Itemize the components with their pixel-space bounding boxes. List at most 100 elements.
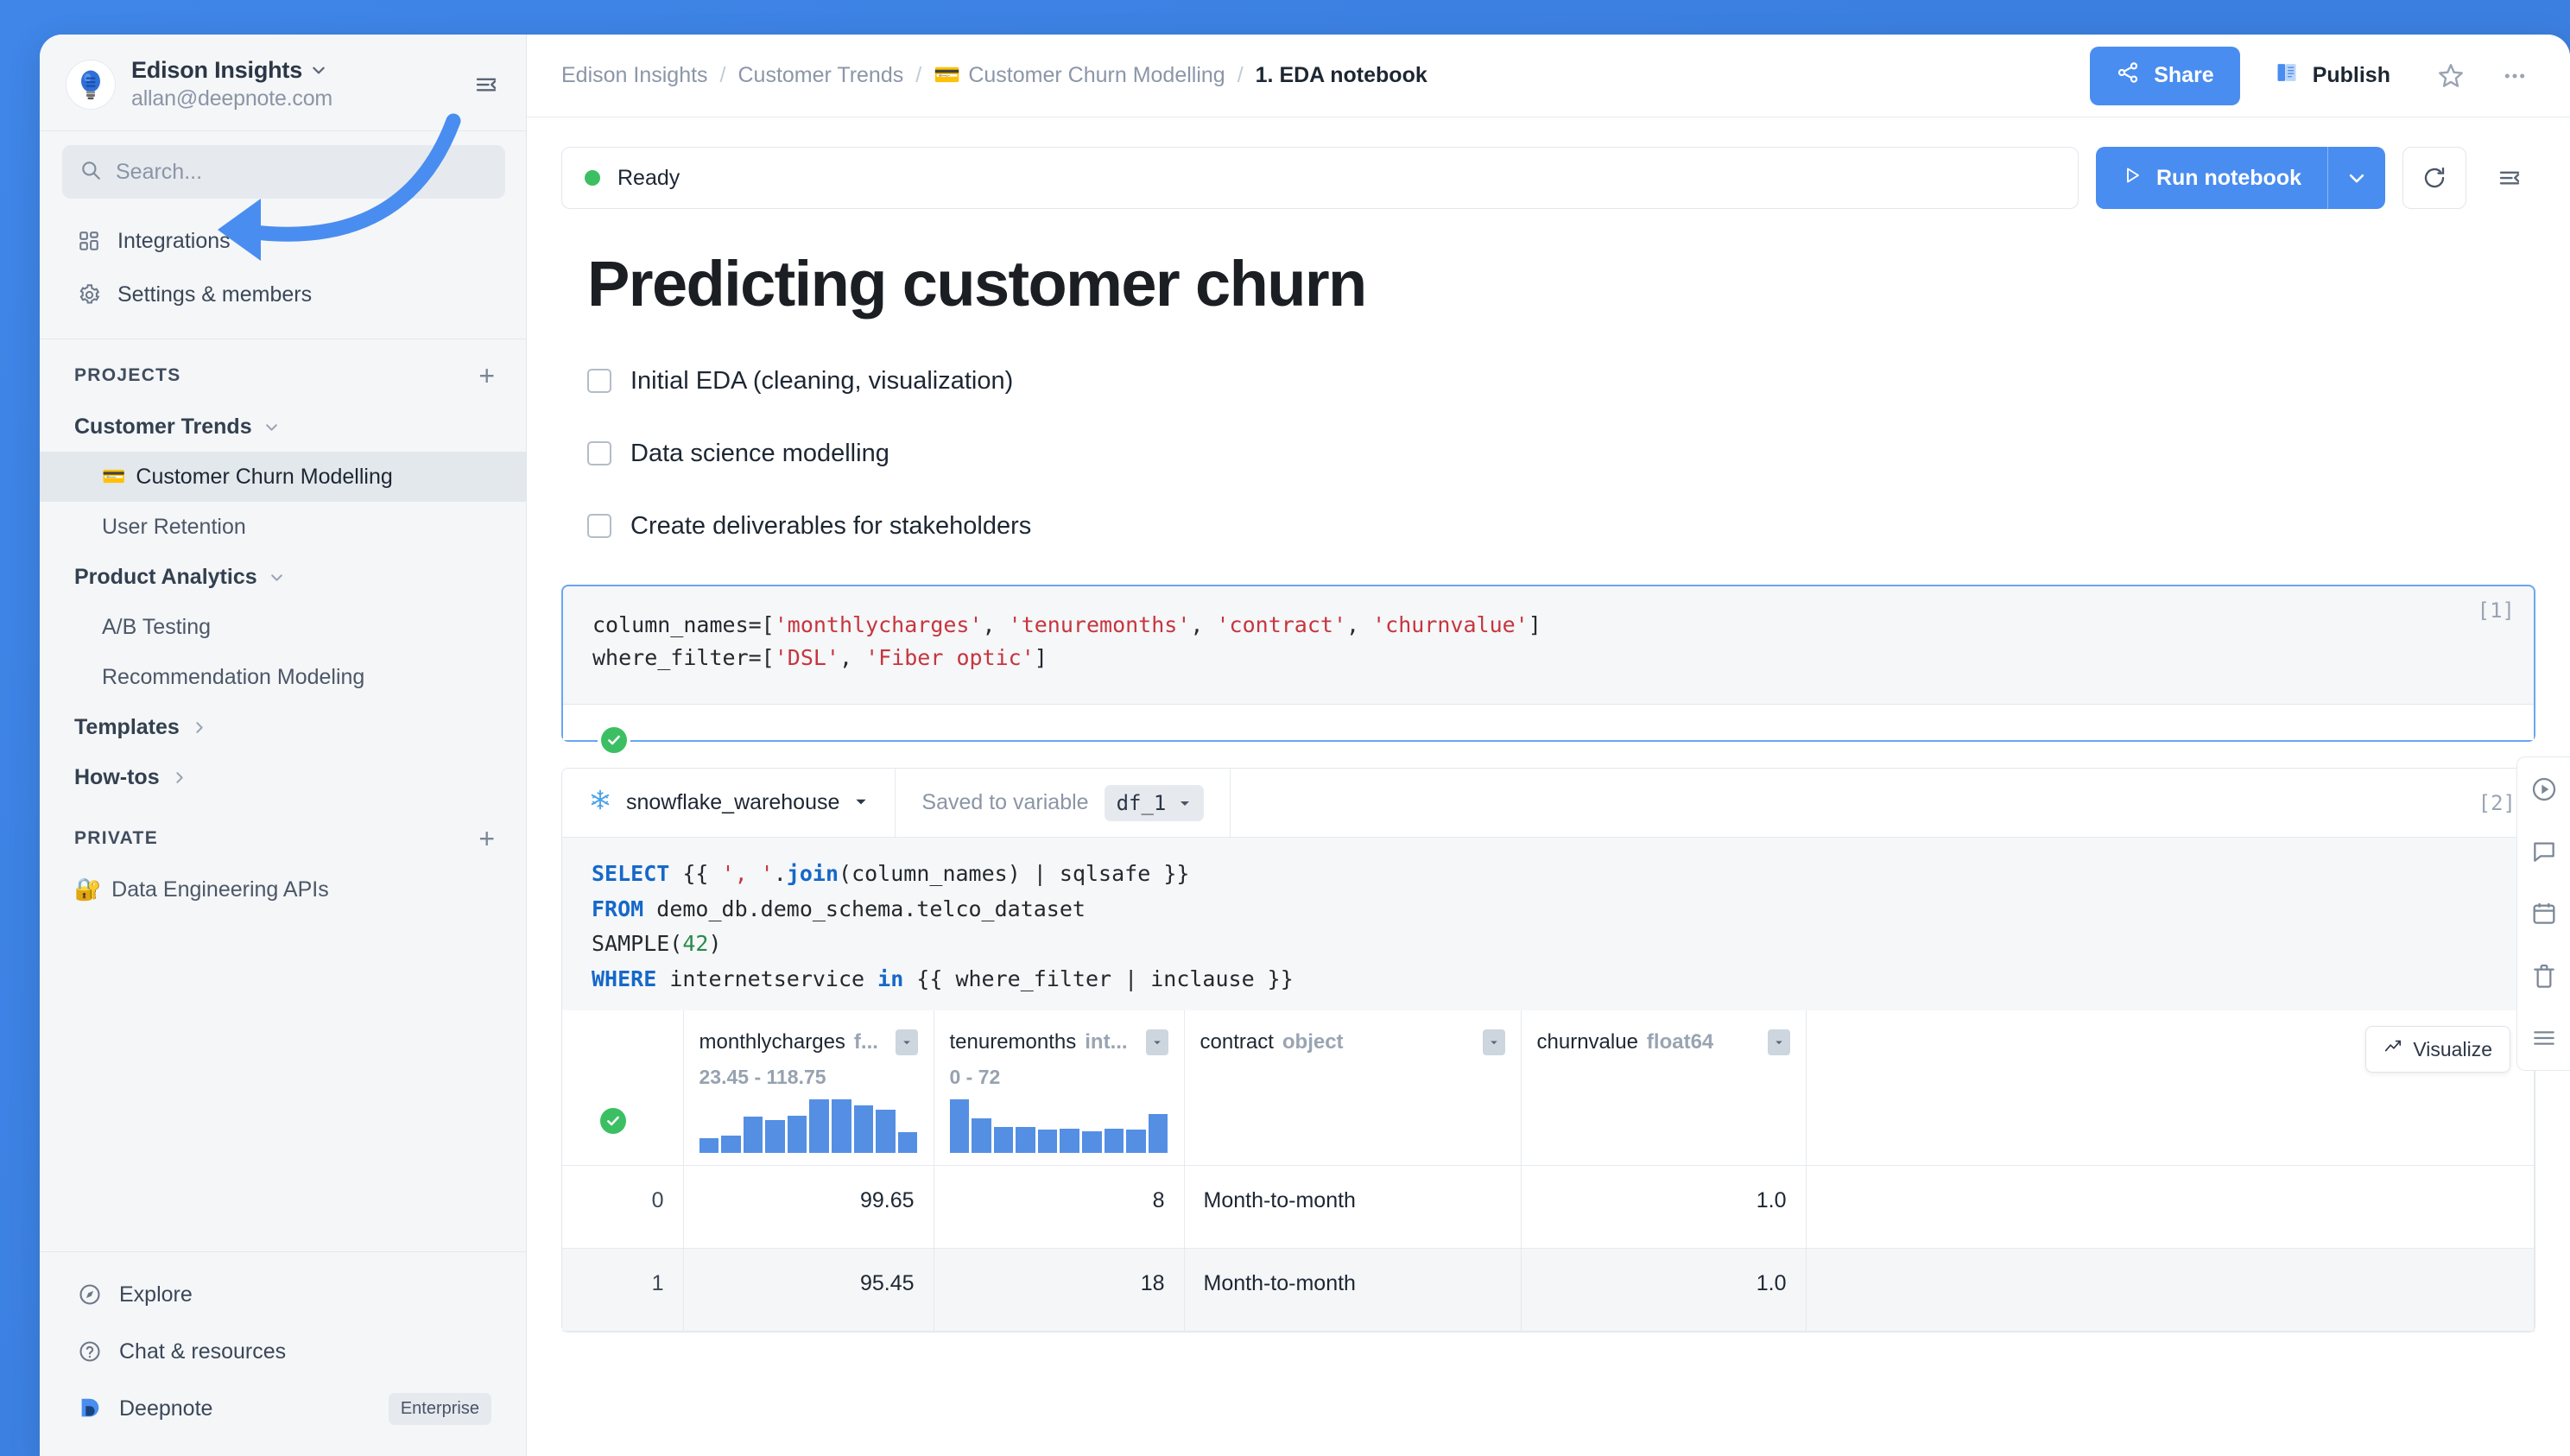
comment-icon[interactable] xyxy=(2526,833,2562,870)
sidebar-item-data-engineering-apis[interactable]: 🔐 Data Engineering APIs xyxy=(40,864,526,915)
add-private-project-button[interactable]: + xyxy=(478,825,495,852)
sql-editor[interactable]: SELECT {{ ', '.join(column_names) | sqls… xyxy=(562,838,2535,1010)
sql-cell-header: snowflake_warehouse Saved to variable df… xyxy=(562,769,2535,838)
table-row[interactable]: 1 95.45 18 Month-to-month 1.0 xyxy=(562,1248,2535,1332)
code-cell-sql[interactable]: snowflake_warehouse Saved to variable df… xyxy=(561,768,2535,1333)
play-icon xyxy=(2122,165,2143,192)
row-index: 1 xyxy=(562,1248,684,1332)
variable-name-chip[interactable]: df_1 xyxy=(1104,784,1205,821)
search-icon xyxy=(79,159,102,186)
chevron-down-icon[interactable] xyxy=(264,420,279,434)
private-section-header: PRIVATE + xyxy=(40,802,526,864)
breadcrumb-item-notebook[interactable]: 1. EDA notebook xyxy=(1256,63,1427,88)
column-name: churnvalue xyxy=(1536,1030,1638,1054)
dataframe-table[interactable]: monthlycharges f... 23.45 - 118.75 tenur… xyxy=(562,1010,2535,1332)
execution-count: [2] xyxy=(2478,791,2516,815)
cell-tenuremonths: 8 xyxy=(934,1165,1185,1249)
visualize-button[interactable]: Visualize xyxy=(2365,1026,2510,1073)
machine-status[interactable]: Ready xyxy=(561,147,2079,209)
run-cell-icon[interactable] xyxy=(2526,771,2562,807)
checklist-item-1[interactable]: Data science modelling xyxy=(587,417,2535,490)
checkbox[interactable] xyxy=(587,369,611,393)
sidebar-group-product-analytics[interactable]: Product Analytics xyxy=(40,552,526,602)
chevron-down-icon[interactable] xyxy=(1767,1029,1790,1055)
sidebar-item-deepnote[interactable]: Deepnote Enterprise xyxy=(62,1380,505,1437)
sidebar-item-integrations[interactable]: Integrations xyxy=(62,214,505,268)
column-header-contract[interactable]: contract object xyxy=(1184,1010,1522,1166)
breadcrumb-item-workspace[interactable]: Edison Insights xyxy=(561,63,708,88)
chevron-right-icon[interactable] xyxy=(192,720,206,735)
collapse-sidebar-icon[interactable] xyxy=(469,67,503,102)
datasource-selector[interactable]: snowflake_warehouse xyxy=(562,769,896,837)
cell-output-divider xyxy=(563,704,2534,740)
more-horizontal-icon[interactable] xyxy=(2489,50,2541,102)
chevron-right-icon[interactable] xyxy=(172,770,187,785)
collapse-panel-icon[interactable] xyxy=(2484,152,2535,204)
run-options-caret[interactable] xyxy=(2328,147,2385,209)
search-container: Search... xyxy=(40,131,526,207)
projects-section-title: PROJECTS xyxy=(74,365,181,385)
chevron-down-icon[interactable] xyxy=(269,570,284,585)
page-title: Predicting customer churn xyxy=(587,248,1367,320)
run-notebook-button[interactable]: Run notebook xyxy=(2095,147,2385,209)
workspace-header[interactable]: Edison Insights allan@deepnote.com xyxy=(40,35,526,131)
chevron-down-icon[interactable] xyxy=(1482,1029,1505,1055)
chevron-down-icon[interactable] xyxy=(853,790,869,815)
sidebar-item-customer-churn-modelling[interactable]: 💳 Customer Churn Modelling xyxy=(40,452,526,502)
topbar: Edison Insights / Customer Trends / 💳 Cu… xyxy=(527,35,2570,117)
refresh-icon[interactable] xyxy=(2402,147,2466,209)
checkbox[interactable] xyxy=(587,514,611,538)
cell-empty xyxy=(1806,1165,2535,1249)
publish-button[interactable]: Publish xyxy=(2252,47,2413,105)
sidebar-group-customer-trends[interactable]: Customer Trends xyxy=(40,402,526,452)
star-icon[interactable] xyxy=(2425,50,2477,102)
datasource-name: snowflake_warehouse xyxy=(626,790,840,814)
gear-icon xyxy=(76,283,102,307)
sidebar-item-chat-resources[interactable]: Chat & resources xyxy=(62,1323,505,1380)
column-header-monthlycharges[interactable]: monthlycharges f... 23.45 - 118.75 xyxy=(683,1010,934,1166)
cell-empty xyxy=(1806,1248,2535,1332)
sidebar-group-how-tos[interactable]: How-tos xyxy=(40,752,526,802)
breadcrumb-item-project[interactable]: 💳 Customer Churn Modelling xyxy=(934,63,1225,88)
checklist-item-2[interactable]: Create deliverables for stakeholders xyxy=(587,490,2535,562)
lightbulb-icon xyxy=(66,59,116,110)
column-header-line: churnvalue float64 xyxy=(1537,1029,1790,1055)
outline-icon[interactable] xyxy=(2526,1020,2562,1056)
add-project-button[interactable]: + xyxy=(478,362,495,389)
sidebar-group-templates[interactable]: Templates xyxy=(40,702,526,752)
column-range: 23.45 - 118.75 xyxy=(699,1066,826,1088)
table-row[interactable]: 0 99.65 8 Month-to-month 1.0 xyxy=(562,1165,2535,1249)
code-editor[interactable]: column_names=['monthlycharges', 'tenurem… xyxy=(563,586,2534,704)
run-notebook-label: Run notebook xyxy=(2155,165,2301,190)
sidebar-item-explore[interactable]: Explore xyxy=(62,1266,505,1323)
chevron-down-icon xyxy=(1178,791,1192,815)
code-cell-python[interactable]: [1] column_names=['monthlycharges', 'ten… xyxy=(561,585,2535,756)
column-header-line: monthlycharges f... xyxy=(699,1029,918,1055)
checklist-item-0[interactable]: Initial EDA (cleaning, visualization) xyxy=(587,345,2535,417)
cell-contract: Month-to-month xyxy=(1184,1165,1522,1249)
trash-icon[interactable] xyxy=(2526,958,2562,994)
column-header-tenuremonths[interactable]: tenuremonths int... 0 - 72 xyxy=(934,1010,1185,1166)
sidebar-footer: Explore Chat & resources Deepnote Enterp… xyxy=(40,1251,526,1456)
sidebar-item-settings-members[interactable]: Settings & members xyxy=(62,268,505,321)
chevron-down-icon[interactable] xyxy=(1145,1029,1168,1055)
column-dtype: object xyxy=(1282,1030,1344,1054)
search-input[interactable]: Search... xyxy=(62,145,505,199)
checkbox[interactable] xyxy=(587,441,611,465)
breadcrumb-separator: / xyxy=(1237,63,1244,87)
breadcrumb-item-folder[interactable]: Customer Trends xyxy=(738,63,904,88)
credit-card-icon: 💳 xyxy=(934,63,961,87)
checklist-item-label: Initial EDA (cleaning, visualization) xyxy=(630,366,1014,395)
sidebar-group-label: Templates xyxy=(74,714,180,739)
sidebar-item-recommendation-modeling[interactable]: Recommendation Modeling xyxy=(40,652,526,702)
share-button[interactable]: Share xyxy=(2090,46,2240,105)
column-dtype: int... xyxy=(1085,1030,1128,1054)
column-range: 0 - 72 xyxy=(949,1066,1001,1088)
chevron-down-icon[interactable] xyxy=(311,57,326,84)
sidebar-item-user-retention[interactable]: User Retention xyxy=(40,502,526,552)
calendar-icon[interactable] xyxy=(2526,896,2562,932)
sidebar-item-ab-testing[interactable]: A/B Testing xyxy=(40,602,526,652)
column-header-churnvalue[interactable]: churnvalue float64 xyxy=(1521,1010,1807,1166)
chevron-down-icon[interactable] xyxy=(895,1029,918,1055)
sidebar-item-label: Data Engineering APIs xyxy=(111,877,329,902)
